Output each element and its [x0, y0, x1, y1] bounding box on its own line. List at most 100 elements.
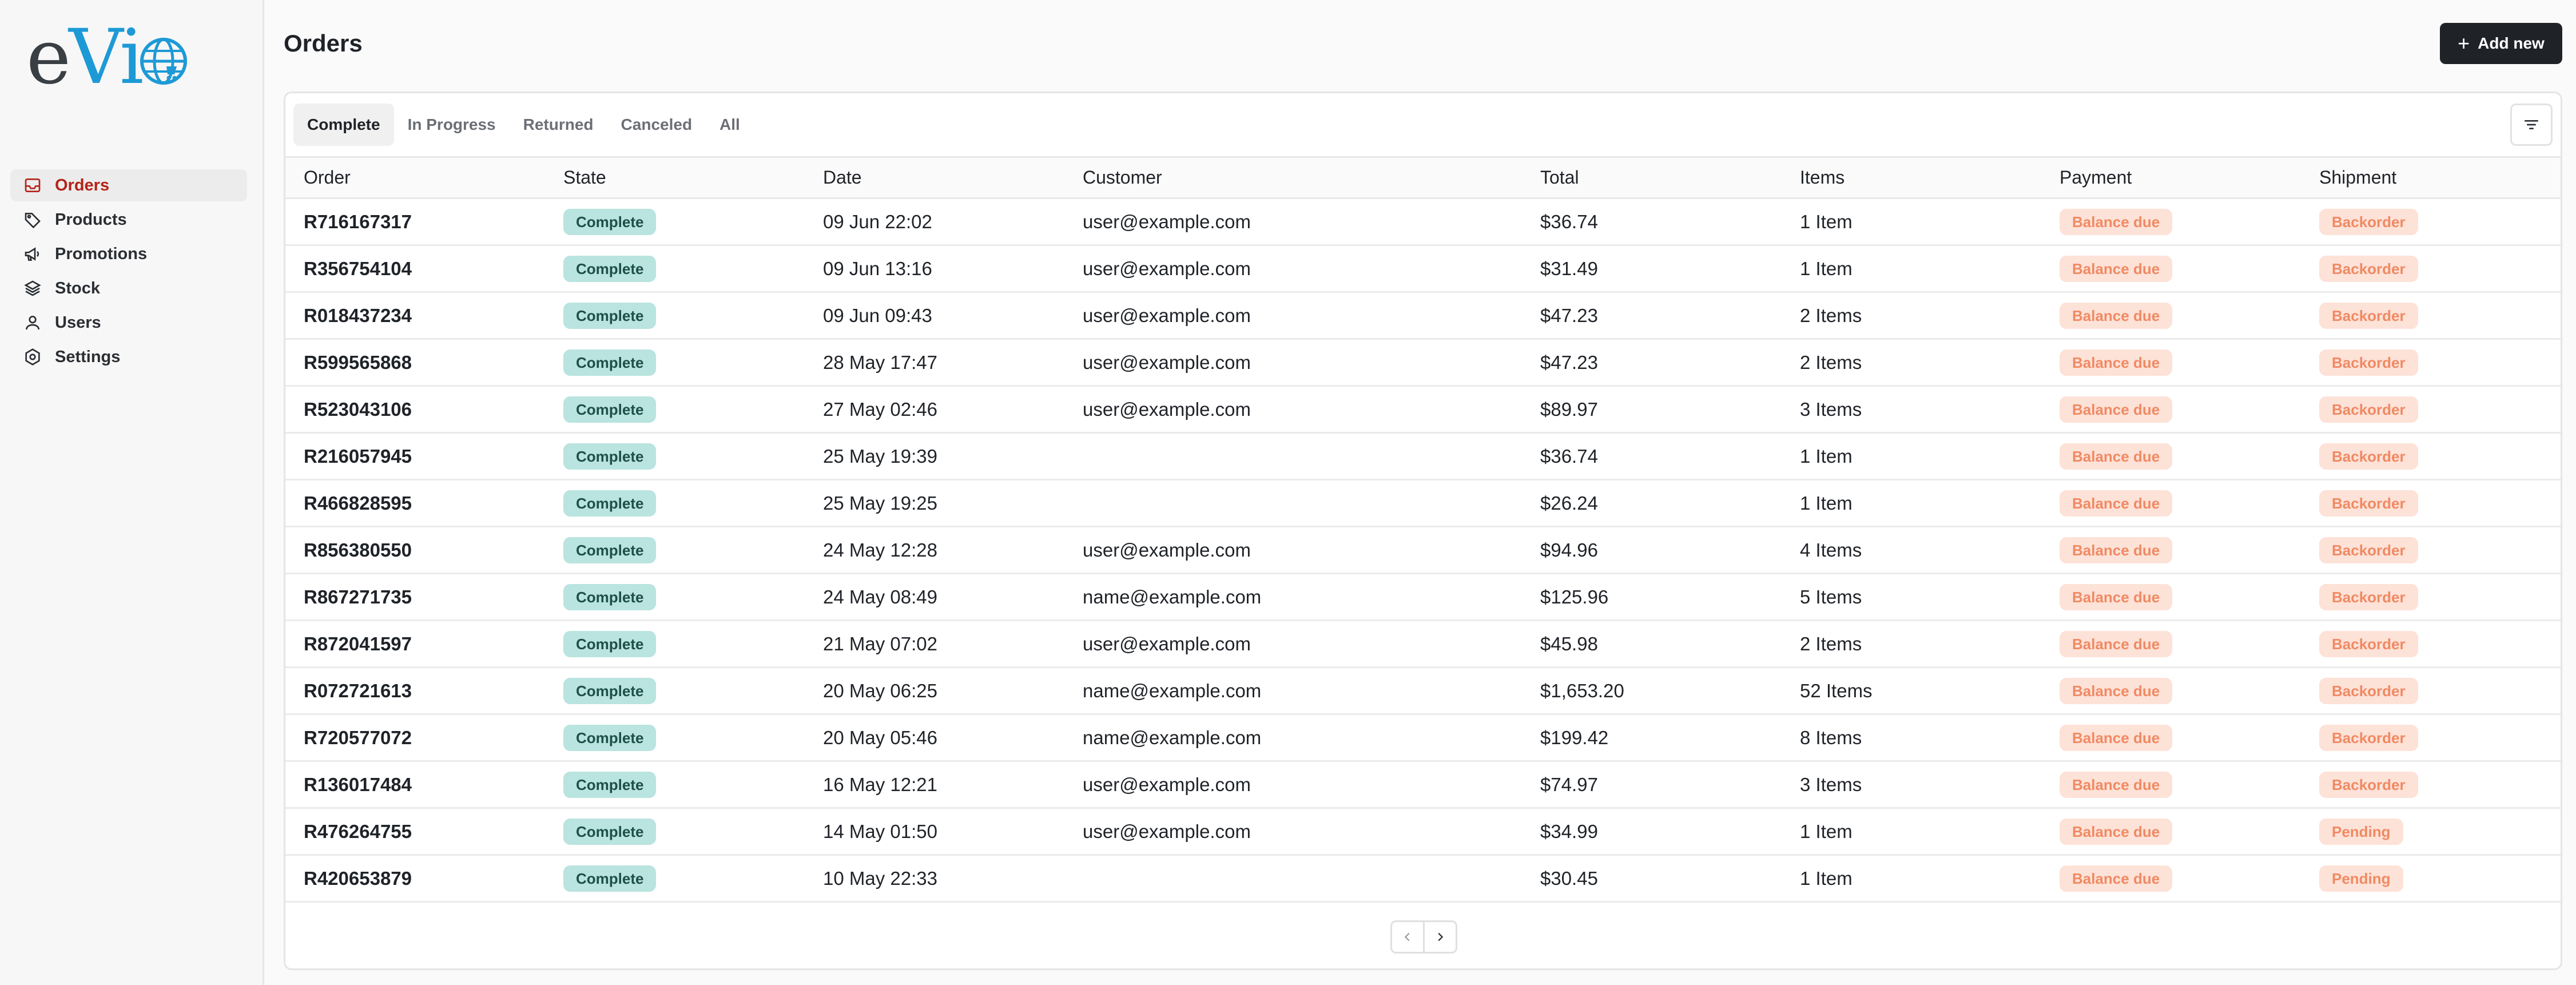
payment-badge-cell: Balance due — [2041, 198, 2301, 245]
order-number[interactable]: R599565868 — [285, 339, 545, 386]
table-row[interactable]: R716167317 Complete 09 Jun 22:02 user@examp… — [285, 198, 2561, 245]
table-row[interactable]: R466828595 Complete 25 May 19:25 $26.24 1 It… — [285, 480, 2561, 527]
state-badge: Complete — [563, 349, 657, 376]
order-number[interactable]: R136017484 — [285, 761, 545, 808]
table-row[interactable]: R018437234 Complete 09 Jun 09:43 user@examp… — [285, 292, 2561, 339]
order-date: 14 May 01:50 — [823, 820, 937, 842]
column-header-total[interactable]: Total — [1522, 156, 1782, 199]
sidebar-item-orders[interactable]: Orders — [10, 169, 247, 201]
state-badge-cell: Complete — [545, 761, 805, 808]
item-count: 52 Items — [1800, 680, 1873, 701]
order-date: 24 May 12:28 — [823, 539, 937, 561]
filter-button[interactable] — [2510, 104, 2553, 146]
column-header-state[interactable]: State — [545, 156, 805, 199]
column-header-items[interactable]: Items — [1782, 156, 2041, 199]
payment-badge-cell: Balance due — [2041, 855, 2301, 902]
sidebar-item-users[interactable]: Users — [10, 307, 247, 339]
sidebar-item-label: Products — [55, 210, 127, 229]
shipment-badge-cell: Backorder — [2301, 668, 2561, 714]
state-badge-cell: Complete — [545, 386, 805, 433]
table-row[interactable]: R867271735 Complete 24 May 08:49 name@examp… — [285, 574, 2561, 621]
shipment-badge-cell: Backorder — [2301, 714, 2561, 761]
order-number[interactable]: R523043106 — [285, 386, 545, 433]
order-number[interactable]: R867271735 — [285, 574, 545, 621]
table-row[interactable]: R136017484 Complete 16 May 12:21 user@examp… — [285, 761, 2561, 808]
sidebar-item-label: Promotions — [55, 244, 148, 263]
order-number[interactable]: R720577072 — [285, 714, 545, 761]
order-number[interactable]: R716167317 — [285, 198, 545, 245]
tab-returned[interactable]: Returned — [510, 104, 607, 146]
filter-icon — [2525, 120, 2538, 129]
state-badge: Complete — [563, 443, 657, 470]
payment-badge: Balance due — [2060, 490, 2173, 517]
table-row[interactable]: R072721613 Complete 20 May 06:25 name@examp… — [285, 668, 2561, 714]
order-total: $30.45 — [1540, 867, 1598, 889]
previous-page-button[interactable] — [1390, 920, 1425, 954]
order-total: $199.42 — [1540, 726, 1609, 748]
sidebar-nav: Orders Products Promotions Stock Users S… — [10, 169, 247, 375]
table-row[interactable]: R720577072 Complete 20 May 05:46 name@examp… — [285, 714, 2561, 761]
next-page-button[interactable] — [1423, 920, 1457, 954]
state-badge: Complete — [563, 818, 657, 845]
evie-logo[interactable]: eVi — [26, 17, 192, 97]
order-total: $45.98 — [1540, 633, 1598, 654]
sidebar-item-promotions[interactable]: Promotions — [10, 238, 247, 270]
layers-icon — [23, 279, 42, 298]
shipment-badge: Backorder — [2319, 724, 2418, 751]
column-header-order[interactable]: Order — [285, 156, 545, 199]
column-header-customer[interactable]: Customer — [1064, 156, 1522, 199]
shipment-badge: Backorder — [2319, 677, 2418, 704]
order-number[interactable]: R466828595 — [285, 480, 545, 527]
order-number[interactable]: R476264755 — [285, 808, 545, 855]
table-row[interactable]: R216057945 Complete 25 May 19:39 $36.74 1 It… — [285, 433, 2561, 480]
table-row[interactable]: R476264755 Complete 14 May 01:50 user@examp… — [285, 808, 2561, 855]
column-header-date[interactable]: Date — [805, 156, 1064, 199]
order-number[interactable]: R420653879 — [285, 855, 545, 902]
sidebar-item-settings[interactable]: Settings — [10, 341, 247, 373]
item-count: 1 Item — [1800, 820, 1853, 842]
user-icon — [23, 313, 42, 332]
table-row[interactable]: R356754104 Complete 09 Jun 13:16 user@examp… — [285, 245, 2561, 292]
shipment-badge: Backorder — [2319, 349, 2418, 376]
item-count: 1 Item — [1800, 445, 1853, 467]
sidebar: eVi Orders Products Promotions Stock Use… — [0, 0, 264, 985]
state-badge: Complete — [563, 302, 657, 329]
order-date: 09 Jun 22:02 — [823, 210, 932, 232]
tab-complete[interactable]: Complete — [293, 104, 394, 146]
table-row[interactable]: R523043106 Complete 27 May 02:46 user@examp… — [285, 386, 2561, 433]
tab-all[interactable]: All — [706, 104, 754, 146]
table-row[interactable]: R872041597 Complete 21 May 07:02 user@examp… — [285, 621, 2561, 668]
item-count: 4 Items — [1800, 539, 1862, 561]
add-new-button[interactable]: + Add new — [2440, 23, 2562, 64]
order-number[interactable]: R216057945 — [285, 433, 545, 480]
shipment-badge: Pending — [2319, 865, 2403, 892]
order-total: $89.97 — [1540, 398, 1598, 420]
tag-icon — [23, 210, 42, 229]
table-row[interactable]: R420653879 Complete 10 May 22:33 $30.45 1 It… — [285, 855, 2561, 902]
order-date: 25 May 19:25 — [823, 492, 937, 514]
order-date: 27 May 02:46 — [823, 398, 937, 420]
item-count: 1 Item — [1800, 492, 1853, 514]
sidebar-item-stock[interactable]: Stock — [10, 272, 247, 304]
item-count: 1 Item — [1800, 257, 1853, 279]
order-number[interactable]: R872041597 — [285, 621, 545, 668]
payment-badge: Balance due — [2060, 771, 2173, 798]
order-number[interactable]: R856380550 — [285, 527, 545, 574]
tab-in-progress[interactable]: In Progress — [394, 104, 510, 146]
order-total: $26.24 — [1540, 492, 1598, 514]
state-badge: Complete — [563, 490, 657, 517]
tab-canceled[interactable]: Canceled — [607, 104, 706, 146]
globe-cart-icon — [140, 38, 188, 85]
column-header-payment[interactable]: Payment — [2041, 156, 2301, 199]
column-header-shipment[interactable]: Shipment — [2301, 156, 2561, 199]
order-number[interactable]: R072721613 — [285, 668, 545, 714]
order-number[interactable]: R018437234 — [285, 292, 545, 339]
payment-badge-cell: Balance due — [2041, 621, 2301, 668]
shipment-badge-cell: Pending — [2301, 855, 2561, 902]
shipment-badge-cell: Backorder — [2301, 621, 2561, 668]
sidebar-item-products[interactable]: Products — [10, 204, 247, 236]
order-number[interactable]: R356754104 — [285, 245, 545, 292]
table-row[interactable]: R856380550 Complete 24 May 12:28 user@examp… — [285, 527, 2561, 574]
table-row[interactable]: R599565868 Complete 28 May 17:47 user@examp… — [285, 339, 2561, 386]
order-total: $36.74 — [1540, 210, 1598, 232]
